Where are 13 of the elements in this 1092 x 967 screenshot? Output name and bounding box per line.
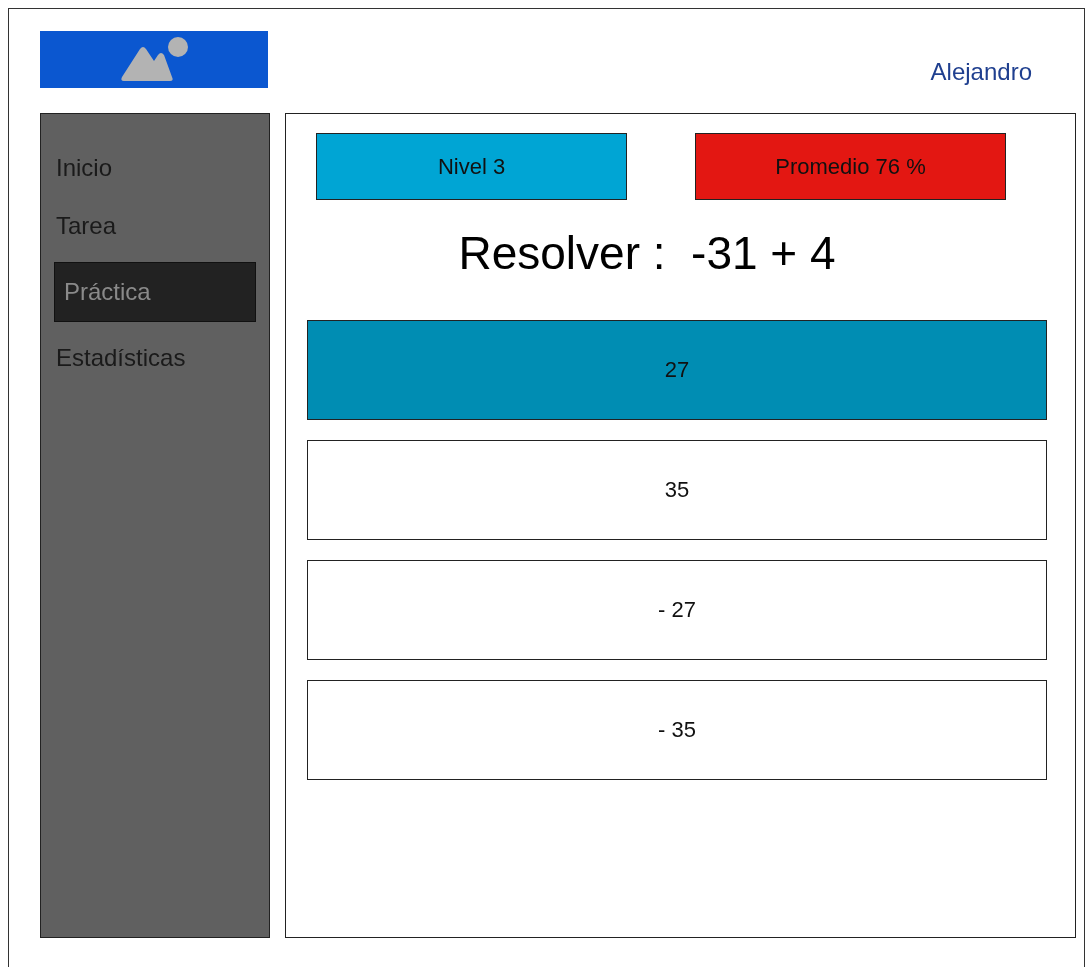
image-icon [120, 36, 188, 83]
answer-option[interactable]: 27 [307, 320, 1047, 420]
problem-text: Resolver : -31 + 4 [457, 226, 837, 280]
answer-option[interactable]: - 35 [307, 680, 1047, 780]
sidebar-item[interactable]: Inicio [54, 150, 256, 186]
stat-badge: Promedio 76 % [695, 133, 1006, 200]
user-name[interactable]: Alejandro [930, 58, 1032, 86]
answer-option[interactable]: 35 [307, 440, 1047, 540]
answer-option[interactable]: - 27 [307, 560, 1047, 660]
sidebar-item[interactable]: Práctica [54, 262, 256, 322]
sidebar-item[interactable]: Tarea [54, 208, 256, 244]
stat-badge: Nivel 3 [316, 133, 627, 200]
sidebar-item[interactable]: Estadísticas [54, 340, 256, 376]
